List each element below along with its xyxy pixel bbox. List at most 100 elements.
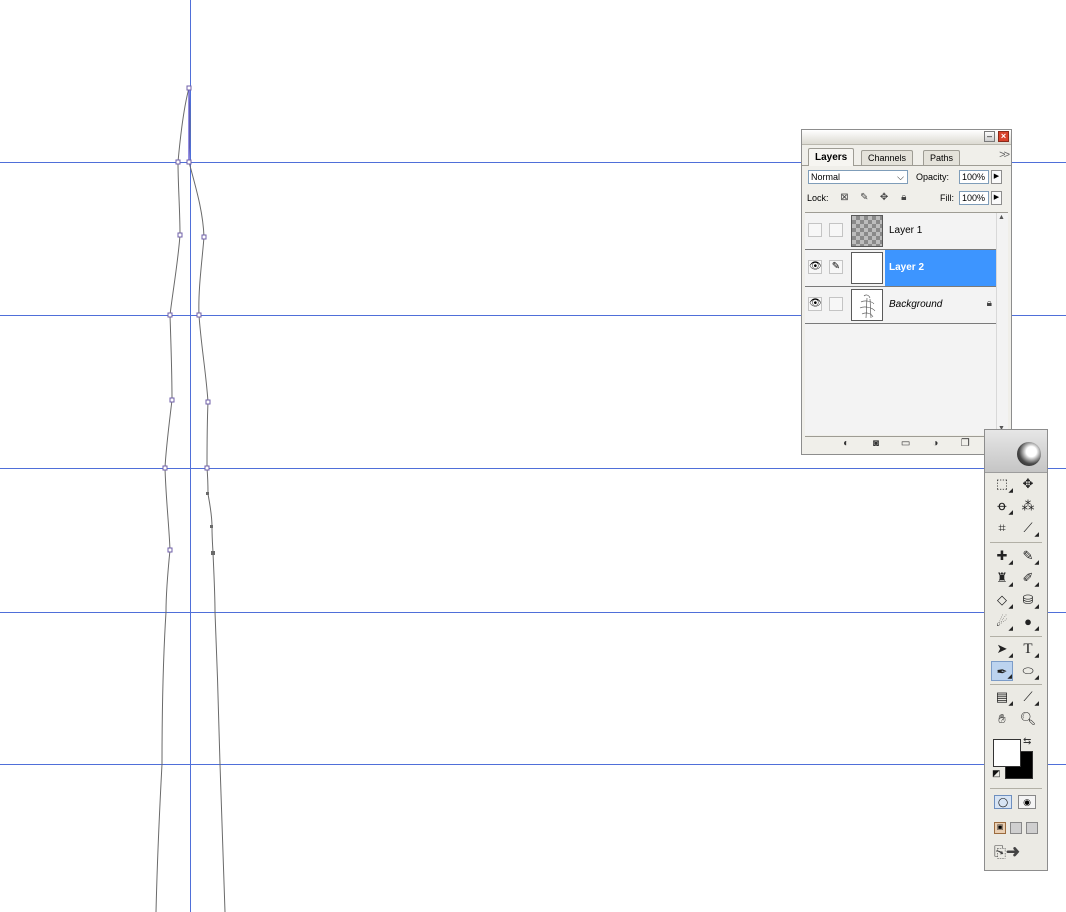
jump-to-imageready-icon[interactable]: ⎘➜: [994, 844, 1020, 861]
swap-colors-icon[interactable]: ⇆: [1023, 736, 1031, 747]
lock-icon: 🔒︎: [986, 298, 992, 309]
ellipse-shape-icon[interactable]: ⬭ ◢: [1017, 661, 1039, 681]
type-icon[interactable]: T ◢: [1017, 639, 1039, 659]
blend-row: Normal ⌵ Opacity: 100% ▶: [802, 166, 1011, 188]
lock-row: Lock: ⊠ ✎ ✥ 🔒︎ Fill: 100% ▶: [802, 188, 1011, 210]
tool-separator: [990, 788, 1042, 789]
chevron-down-icon: ⌵: [897, 172, 904, 182]
lock-all-icon[interactable]: 🔒︎: [897, 191, 910, 204]
layer-row-layer-2[interactable]: 👁︎ ✎ Layer 2: [805, 250, 996, 287]
anchor-point: [201, 234, 207, 240]
link-toggle[interactable]: [829, 297, 843, 311]
anchor-point: [196, 312, 202, 318]
layer-style-icon[interactable]: ◐: [839, 437, 853, 450]
tab-layers[interactable]: Layers: [808, 148, 855, 166]
opacity-slider-arrow-icon[interactable]: ▶: [991, 170, 1002, 184]
anchor-point: [167, 312, 173, 318]
eyedropper-icon[interactable]: ⟋ ◢: [1017, 687, 1039, 707]
marquee-icon[interactable]: ⬚ ◢: [991, 474, 1013, 494]
anchor-point: [204, 465, 210, 471]
lock-brush-icon[interactable]: ✎: [858, 191, 871, 204]
full-screen-menu-mode-icon[interactable]: [1010, 822, 1022, 834]
anchor-point: [169, 397, 175, 403]
history-brush-icon[interactable]: ✐ ◢: [1017, 568, 1039, 588]
visibility-toggle[interactable]: [808, 223, 822, 237]
palette-tabs: Layers Channels Paths >>: [802, 148, 1011, 166]
opacity-input[interactable]: 100%: [959, 170, 989, 184]
link-toggle[interactable]: [829, 223, 843, 237]
layer-thumbnail: [851, 289, 883, 321]
selected-anchor-point: [210, 525, 213, 528]
palette-footer: ◐ ◙ ▭ ◑ ❐ 🗑︎: [805, 436, 1008, 452]
foreground-color-swatch[interactable]: [993, 739, 1021, 767]
layer-name[interactable]: Layer 1: [885, 213, 996, 249]
tool-separator: [990, 542, 1042, 543]
anchor-point: [186, 85, 192, 91]
move-icon[interactable]: ✥: [1017, 474, 1039, 494]
slice-icon[interactable]: ⟋ ◢: [1017, 518, 1039, 538]
layer-row-layer-1[interactable]: Layer 1: [805, 213, 996, 250]
crop-icon[interactable]: ⌗: [991, 518, 1013, 538]
lock-move-icon[interactable]: ✥: [878, 191, 891, 204]
layer-list[interactable]: Layer 1 👁︎ ✎ Layer 2 👁︎ Background 🔒︎ ▲: [805, 212, 1008, 435]
standard-screen-mode-icon[interactable]: ▣: [994, 822, 1006, 834]
hand-icon[interactable]: ✋︎: [991, 709, 1013, 729]
layer-thumbnail: [851, 252, 883, 284]
full-screen-mode-icon[interactable]: [1026, 822, 1038, 834]
notes-icon[interactable]: ▤ ◢: [991, 687, 1013, 707]
brush-icon[interactable]: ✎ ◢: [1017, 546, 1039, 566]
brush-icon[interactable]: ✎: [829, 260, 843, 274]
blend-mode-select[interactable]: Normal ⌵: [808, 170, 908, 184]
adjustment-layer-icon[interactable]: ◑: [928, 437, 942, 450]
quick-mask-mode-button[interactable]: ◉: [1018, 795, 1036, 809]
new-set-icon[interactable]: ▭: [899, 437, 913, 450]
close-icon[interactable]: ×: [998, 131, 1009, 142]
fill-slider-arrow-icon[interactable]: ▶: [991, 191, 1002, 205]
path-selection-icon[interactable]: ➤ ◢: [991, 639, 1013, 659]
layer-list-scrollbar[interactable]: ▲ ▼: [996, 213, 1006, 433]
layer-mask-icon[interactable]: ◙: [869, 437, 883, 450]
clone-stamp-icon[interactable]: ♜ ◢: [991, 568, 1013, 588]
layer-row-background[interactable]: 👁︎ Background 🔒︎: [805, 287, 996, 324]
layers-palette[interactable]: – × Layers Channels Paths >> Normal ⌵ Op…: [801, 129, 1012, 455]
blur-icon[interactable]: ☄ ◢: [991, 612, 1013, 632]
tab-paths[interactable]: Paths: [923, 150, 961, 165]
layer-name[interactable]: Background: [885, 287, 996, 323]
lasso-icon[interactable]: ꝋ ◢: [991, 496, 1013, 516]
tool-separator: [990, 684, 1042, 685]
eraser-icon[interactable]: ◇ ◢: [991, 590, 1013, 610]
lock-transparent-icon[interactable]: ⊠: [838, 191, 851, 204]
tab-channels[interactable]: Channels: [861, 150, 914, 165]
zoom-icon[interactable]: 🔍︎: [1017, 709, 1039, 729]
magic-wand-icon[interactable]: ⁂: [1017, 496, 1039, 516]
palette-titlebar[interactable]: – ×: [802, 130, 1011, 145]
new-layer-icon[interactable]: ❐: [958, 437, 972, 450]
selected-anchor-point: [211, 551, 215, 555]
opacity-label: Opacity:: [916, 172, 950, 182]
dodge-icon[interactable]: ● ◢: [1017, 612, 1039, 632]
tool-separator: [990, 636, 1042, 637]
anchor-point: [167, 547, 173, 553]
anchor-point: [162, 465, 168, 471]
default-colors-icon[interactable]: ◩: [992, 768, 1001, 779]
standard-mode-button[interactable]: ◯: [994, 795, 1012, 809]
layer-name[interactable]: Layer 2: [885, 250, 996, 286]
anchor-point: [205, 399, 211, 405]
double-chevron-right-icon[interactable]: >>: [999, 149, 1010, 161]
anchor-point: [175, 159, 181, 165]
selected-anchor-point: [206, 492, 209, 495]
eye-icon[interactable]: 👁︎: [808, 297, 822, 311]
pen-icon[interactable]: ✒ ◢: [991, 661, 1013, 681]
minimize-icon[interactable]: –: [984, 131, 995, 142]
healing-brush-icon[interactable]: ✚ ◢: [991, 546, 1013, 566]
sketch-thumbnail: [859, 294, 876, 319]
eye-icon[interactable]: 👁︎: [808, 260, 822, 274]
anchor-point: [177, 232, 183, 238]
toolbox[interactable]: ⬚ ◢ ✥ ꝋ ◢ ⁂ ⌗ ⟋ ◢ ✚ ◢ ✎ ◢ ♜ ◢ ✐ ◢ ◇ ◢ ⛁ ◢ ☄ ◢ ● ◢ ➤…: [984, 429, 1048, 871]
paint-bucket-icon[interactable]: ⛁ ◢: [1017, 590, 1039, 610]
fill-input[interactable]: 100%: [959, 191, 989, 205]
toolbox-header[interactable]: [985, 430, 1047, 473]
eye-logo-icon[interactable]: [1017, 442, 1041, 466]
scroll-up-icon[interactable]: ▲: [997, 214, 1006, 221]
blend-mode-value: Normal: [811, 172, 841, 182]
